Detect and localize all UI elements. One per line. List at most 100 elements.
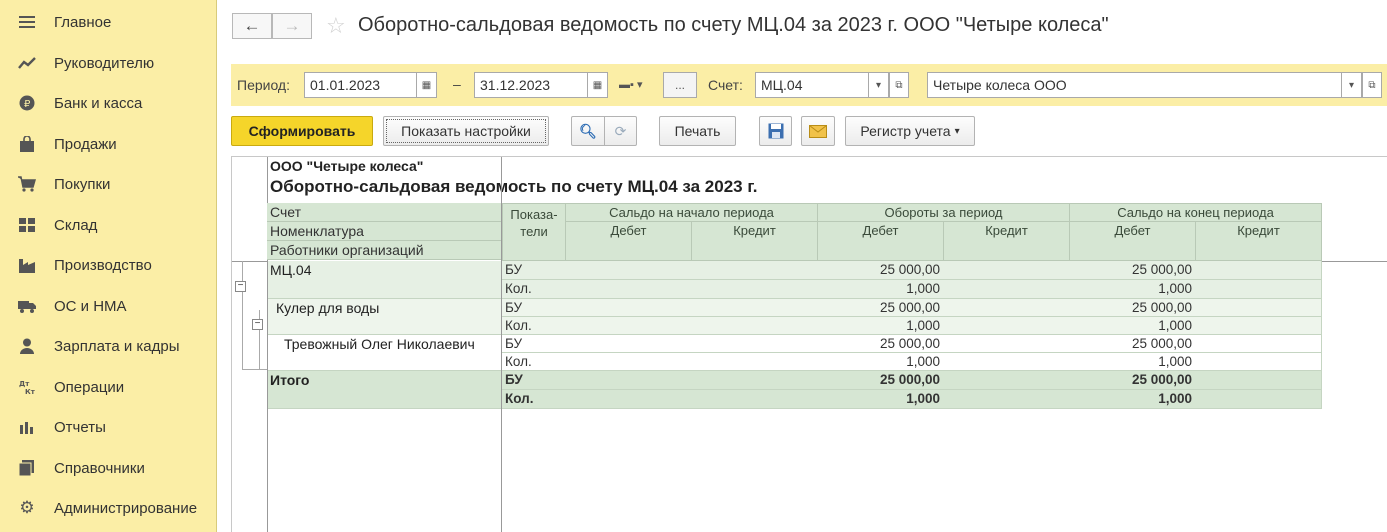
cell-empty[interactable] [943,371,1070,390]
calendar-from-button[interactable]: ▦ [417,72,437,98]
sidebar-item-operations[interactable]: Дт Кт Операции [0,367,216,407]
cell-empty[interactable] [565,261,692,280]
cell-ed[interactable]: 25 000,00 [1069,335,1196,353]
cell-ind[interactable]: Кол. [502,280,566,299]
sidebar-item-main[interactable]: Главное [0,2,216,42]
search-button[interactable]: 🔍︎ [571,116,605,146]
cell-ed[interactable]: 1,000 [1069,390,1196,409]
forward-button[interactable]: → [272,13,312,39]
cell-ind[interactable]: БУ [502,371,566,390]
sidebar-item-catalogs[interactable]: Справочники [0,448,216,488]
cell-ed[interactable]: 25 000,00 [1069,371,1196,390]
account-dropdown-button[interactable]: ▾ [869,72,889,98]
cell-empty[interactable] [691,317,818,335]
cell-ind[interactable]: Кол. [502,317,566,335]
row-name[interactable]: Итого [270,372,309,388]
cell-od[interactable]: 1,000 [817,353,944,371]
cell-empty[interactable] [691,261,818,280]
cell-od[interactable]: 25 000,00 [817,335,944,353]
sidebar-item-admin[interactable]: ⚙ Администрирование [0,488,216,528]
back-button[interactable]: ← [232,13,272,39]
cell-ed[interactable]: 1,000 [1069,317,1196,335]
date-to-field[interactable]: 31.12.2023 [474,72,588,98]
sidebar-item-salary[interactable]: Зарплата и кадры [0,326,216,366]
cell-empty[interactable] [565,390,692,409]
cell-empty[interactable] [1195,353,1322,371]
cell-empty[interactable] [691,390,818,409]
collapse-nomenclature-button[interactable]: − [252,319,263,330]
cell-ind[interactable]: Кол. [502,353,566,371]
sidebar-item-purchases[interactable]: Покупки [0,164,216,204]
row-name[interactable]: МЦ.04 [270,262,311,278]
date-from-field[interactable]: 01.01.2023 [304,72,417,98]
register-dropdown-button[interactable]: Регистр учета ▾ [845,116,975,146]
cell-empty[interactable] [943,317,1070,335]
cell-ed[interactable]: 25 000,00 [1069,261,1196,280]
cell-empty[interactable] [691,335,818,353]
sidebar-item-label: Покупки [54,175,111,193]
cell-empty[interactable] [943,280,1070,299]
cell-empty[interactable] [943,390,1070,409]
cell-empty[interactable] [691,353,818,371]
save-button[interactable] [759,116,792,146]
sidebar-item-bank[interactable]: ₽ Банк и касса [0,83,216,123]
cell-empty[interactable] [565,317,692,335]
cell-empty[interactable] [1195,390,1322,409]
cell-empty[interactable] [691,299,818,317]
cell-empty[interactable] [1195,371,1322,390]
cell-ed[interactable]: 1,000 [1069,353,1196,371]
generate-button[interactable]: Сформировать [231,116,373,146]
cell-od[interactable]: 25 000,00 [817,371,944,390]
cell-empty[interactable] [1195,280,1322,299]
cell-od[interactable]: 1,000 [817,390,944,409]
cell-empty[interactable] [1195,299,1322,317]
sidebar-item-assets[interactable]: ОС и НМА [0,286,216,326]
cell-ind[interactable]: Кол. [502,390,566,409]
cell-empty[interactable] [943,299,1070,317]
sidebar-item-production[interactable]: Производство [0,245,216,285]
sidebar-item-warehouse[interactable]: Склад [0,205,216,245]
organization-field[interactable]: Четыре колеса ООО [927,72,1342,98]
cell-od[interactable]: 25 000,00 [817,299,944,317]
cell-empty[interactable] [691,371,818,390]
organization-dropdown-button[interactable]: ▾ [1342,72,1362,98]
cell-ind[interactable]: БУ [502,335,566,353]
cell-empty[interactable] [565,280,692,299]
cell-empty[interactable] [943,335,1070,353]
show-settings-button[interactable]: Показать настройки [383,116,549,146]
cell-od[interactable]: 25 000,00 [817,261,944,280]
cell-empty[interactable] [565,335,692,353]
cell-od[interactable]: 1,000 [817,317,944,335]
search-clear-button[interactable]: ⟳ [604,116,637,146]
organization-open-button[interactable]: ⧉ [1362,72,1382,98]
row-name[interactable]: Тревожный Олег Николаевич [284,336,475,352]
account-field[interactable]: МЦ.04 [755,72,869,98]
sidebar-item-sales[interactable]: Продажи [0,124,216,164]
cell-empty[interactable] [565,299,692,317]
cell-od[interactable]: 1,000 [817,280,944,299]
account-open-button[interactable]: ⧉ [889,72,909,98]
sidebar-item-reports[interactable]: Отчеты [0,407,216,447]
cell-ed[interactable]: 25 000,00 [1069,299,1196,317]
cell-ind[interactable]: БУ [502,299,566,317]
print-button[interactable]: Печать [659,116,736,146]
favorite-star-icon[interactable]: ☆ [326,13,346,39]
cell-empty[interactable] [1195,317,1322,335]
send-email-button[interactable] [801,116,835,146]
sidebar-item-manager[interactable]: Руководителю [0,43,216,83]
cell-empty[interactable] [691,280,818,299]
cell-ind[interactable]: БУ [502,261,566,280]
cell-empty[interactable] [943,261,1070,280]
period-select-button[interactable]: ... [663,72,697,98]
row-name[interactable]: Кулер для воды [276,300,379,316]
period-type-dropdown[interactable]: ▬▪ ▾ [619,78,642,91]
cell-ed[interactable]: 1,000 [1069,280,1196,299]
cell-empty[interactable] [943,353,1070,371]
cell-empty[interactable] [565,371,692,390]
calendar-to-button[interactable]: ▦ [588,72,608,98]
cell-empty[interactable] [565,353,692,371]
cell-empty[interactable] [1195,335,1322,353]
cell-empty[interactable] [1195,261,1322,280]
sidebar-item-label: Администрирование [54,499,198,517]
collapse-account-button[interactable]: − [235,281,246,292]
